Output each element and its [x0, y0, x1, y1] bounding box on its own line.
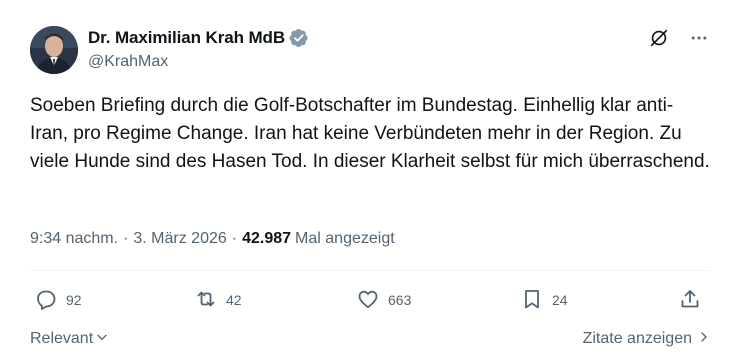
reply-count: 92 — [66, 292, 82, 308]
post-meta: 9:34 nachm. · 3. März 2026 · 42.987 Mal … — [30, 228, 395, 250]
reply-icon — [34, 287, 58, 314]
author-block: Dr. Maximilian Krah MdB @KrahMax — [88, 26, 309, 71]
replies-footer: Relevant Zitate anzeigen — [30, 326, 710, 352]
author-name-row: Dr. Maximilian Krah MdB — [88, 26, 309, 50]
post-date[interactable]: 3. März 2026 — [133, 230, 226, 248]
avatar[interactable] — [30, 26, 78, 74]
post-card: Dr. Maximilian Krah MdB @KrahMax Soeben … — [0, 0, 731, 364]
post-text: Soeben Briefing durch die Golf-Botschaft… — [30, 95, 710, 172]
bookmark-button[interactable]: 24 — [520, 284, 568, 316]
meta-separator: · — [231, 230, 238, 247]
author-display-name[interactable]: Dr. Maximilian Krah MdB — [88, 28, 285, 48]
views-count[interactable]: 42.987 — [242, 230, 291, 248]
more-icon[interactable] — [687, 26, 711, 50]
verified-badge-icon[interactable] — [289, 28, 309, 48]
reply-button[interactable]: 92 — [34, 284, 82, 316]
top-actions — [647, 26, 711, 50]
views-label: Mal angezeigt — [295, 230, 395, 247]
share-button[interactable] — [678, 284, 702, 316]
repost-button[interactable]: 42 — [194, 284, 242, 316]
bookmark-count: 24 — [552, 292, 568, 308]
like-icon — [356, 287, 380, 314]
quotes-label: Zitate anzeigen — [582, 330, 692, 347]
share-icon — [678, 287, 702, 314]
action-bar: 92 42 663 24 — [30, 284, 710, 316]
divider — [30, 270, 710, 271]
sort-label: Relevant — [30, 330, 94, 347]
chevron-down-icon — [95, 330, 109, 349]
like-button[interactable]: 663 — [356, 284, 411, 316]
grok-icon[interactable] — [647, 26, 671, 50]
like-count: 663 — [388, 292, 412, 308]
post-time[interactable]: 9:34 nachm. — [30, 230, 118, 248]
author-handle[interactable]: @KrahMax — [88, 53, 309, 71]
view-quotes-link[interactable]: Zitate anzeigen — [583, 330, 710, 349]
repost-icon — [194, 287, 218, 314]
sort-dropdown[interactable]: Relevant — [30, 330, 109, 349]
repost-count: 42 — [226, 292, 242, 308]
chevron-right-icon — [698, 330, 710, 349]
meta-separator: · — [123, 230, 129, 247]
bookmark-icon — [520, 287, 544, 314]
